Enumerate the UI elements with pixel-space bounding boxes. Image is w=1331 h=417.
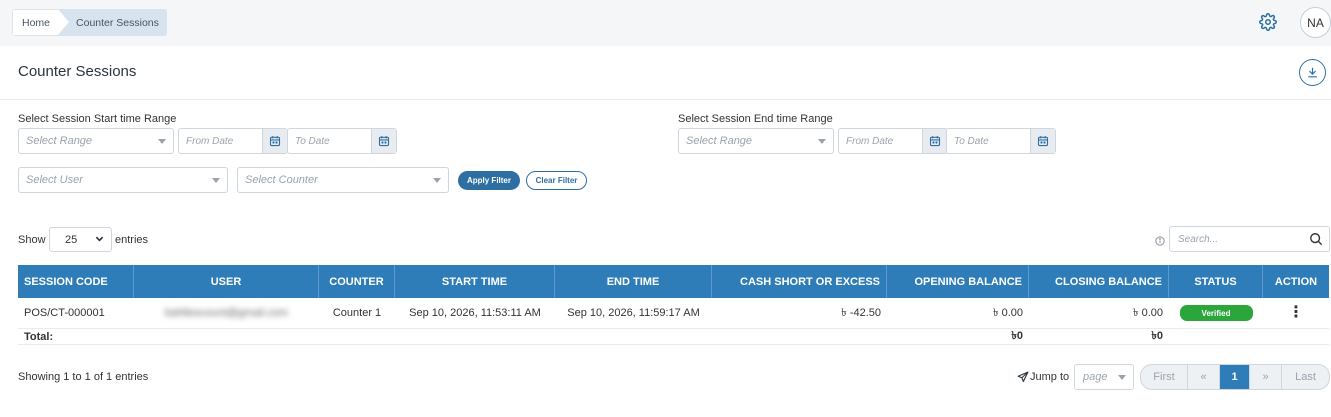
total-label: Total: xyxy=(24,330,54,343)
start-range-label: Select Session Start time Range xyxy=(18,113,177,125)
total-closing-balance: ৳0 xyxy=(1151,330,1163,342)
end-to-date-input[interactable]: To Date xyxy=(946,128,1056,154)
total-opening-balance: ৳0 xyxy=(1011,330,1023,342)
end-from-date-input[interactable]: From Date xyxy=(838,128,948,154)
end-range-select[interactable]: Select Range xyxy=(678,128,834,154)
closing-balance-cell: ৳ 0.00 xyxy=(1133,306,1163,319)
start-from-date-input[interactable]: From Date xyxy=(178,128,288,154)
breadcrumb-home[interactable]: Home xyxy=(12,9,59,36)
caret-down-icon xyxy=(818,139,826,144)
jump-to-label: Jump to xyxy=(1030,371,1070,383)
table-total-row: Total: ৳0 ৳0 xyxy=(18,329,1329,345)
pagination-next[interactable]: » xyxy=(1250,365,1282,389)
gear-icon[interactable] xyxy=(1259,13,1277,31)
pagination-page-1[interactable]: 1 xyxy=(1220,365,1250,389)
calendar-icon[interactable] xyxy=(262,129,287,153)
counter-placeholder: Select Counter xyxy=(245,174,318,186)
end-to-placeholder: To Date xyxy=(954,135,989,147)
end-time-cell: Sep 10, 2026, 11:59:17 AM xyxy=(567,307,700,319)
column-user[interactable]: USER xyxy=(134,265,319,298)
page-select[interactable]: page xyxy=(1074,364,1134,390)
column-action: ACTION xyxy=(1274,275,1318,288)
start-time-cell: Sep 10, 2026, 11:53:11 AM xyxy=(409,307,541,319)
start-to-placeholder: To Date xyxy=(295,135,330,147)
column-counter[interactable]: COUNTER xyxy=(319,265,395,298)
table-header: SESSION CODE USER COUNTER START TIME END… xyxy=(18,265,1329,298)
breadcrumb-separator xyxy=(58,9,71,36)
status-badge: Verified xyxy=(1179,305,1253,321)
download-button[interactable] xyxy=(1299,59,1326,86)
clear-filter-button[interactable]: Clear Filter xyxy=(526,171,587,190)
entries-suffix: entries xyxy=(115,234,149,246)
table-row[interactable]: POS/CT-000001 bahllescount@gmail.com Cou… xyxy=(18,298,1329,329)
search-placeholder: Search... xyxy=(1178,233,1219,245)
column-end-time[interactable]: END TIME xyxy=(555,265,712,298)
counter-cell: Counter 1 xyxy=(332,307,382,319)
action-cell: ⋮ xyxy=(1263,298,1329,328)
end-from-placeholder: From Date xyxy=(846,135,894,147)
end-range-placeholder: Select Range xyxy=(686,135,753,147)
caret-down-icon xyxy=(158,139,166,144)
header-divider xyxy=(0,99,1331,100)
top-bar: Home Counter Sessions NA xyxy=(0,0,1331,46)
breadcrumb: Home Counter Sessions xyxy=(12,9,167,36)
caret-down-icon xyxy=(212,178,220,183)
end-range-label: Select Session End time Range xyxy=(678,113,833,125)
column-cash-short-excess[interactable]: CASH SHORT OR EXCESS xyxy=(712,265,887,298)
more-options-icon[interactable]: ⋮ xyxy=(1288,305,1304,321)
column-start-time[interactable]: START TIME xyxy=(395,265,555,298)
column-status[interactable]: STATUS xyxy=(1169,265,1263,298)
start-range-select[interactable]: Select Range xyxy=(18,128,174,154)
info-icon[interactable] xyxy=(1155,235,1165,246)
session-code-cell: POS/CT-000001 xyxy=(24,307,105,319)
show-label: Show xyxy=(18,234,46,246)
entries-info: Showing 1 to 1 of 1 entries xyxy=(18,371,149,383)
entries-select[interactable]: 25 xyxy=(49,227,112,252)
pagination-last[interactable]: Last xyxy=(1282,365,1329,389)
avatar[interactable]: NA xyxy=(1300,7,1331,38)
calendar-icon[interactable] xyxy=(922,129,947,153)
chevron-down-icon xyxy=(95,234,104,246)
start-from-placeholder: From Date xyxy=(186,135,234,147)
send-icon xyxy=(1017,371,1029,383)
column-session-code[interactable]: SESSION CODE xyxy=(18,265,134,298)
page-placeholder: page xyxy=(1083,371,1108,383)
caret-down-icon xyxy=(433,178,441,183)
pagination-prev[interactable]: « xyxy=(1188,365,1220,389)
start-to-date-input[interactable]: To Date xyxy=(287,128,397,154)
pagination-first[interactable]: First xyxy=(1141,365,1188,389)
caret-down-icon xyxy=(1118,375,1126,380)
user-select[interactable]: Select User xyxy=(18,167,228,193)
search-input[interactable]: Search... xyxy=(1169,226,1330,252)
calendar-icon[interactable] xyxy=(371,129,396,153)
user-cell: bahllescount@gmail.com xyxy=(164,307,289,319)
start-range-placeholder: Select Range xyxy=(26,135,93,147)
cash-short-excess-cell: ৳ -42.50 xyxy=(841,306,881,319)
breadcrumb-current: Counter Sessions xyxy=(70,9,167,36)
calendar-icon[interactable] xyxy=(1030,129,1055,153)
user-placeholder: Select User xyxy=(26,174,83,186)
status-cell: Verified xyxy=(1169,298,1263,328)
sessions-table: SESSION CODE USER COUNTER START TIME END… xyxy=(18,265,1329,345)
pagination: First « 1 » Last xyxy=(1140,364,1330,390)
opening-balance-cell: ৳ 0.00 xyxy=(993,306,1023,319)
entries-value: 25 xyxy=(65,233,78,246)
page-title: Counter Sessions xyxy=(18,63,137,80)
counter-select[interactable]: Select Counter xyxy=(237,167,449,193)
apply-filter-button[interactable]: Apply Filter xyxy=(458,171,520,190)
search-icon[interactable] xyxy=(1309,232,1323,246)
column-opening-balance[interactable]: OPENING BALANCE xyxy=(887,265,1029,298)
column-closing-balance[interactable]: CLOSING BALANCE xyxy=(1029,265,1169,298)
download-icon xyxy=(1308,67,1317,78)
